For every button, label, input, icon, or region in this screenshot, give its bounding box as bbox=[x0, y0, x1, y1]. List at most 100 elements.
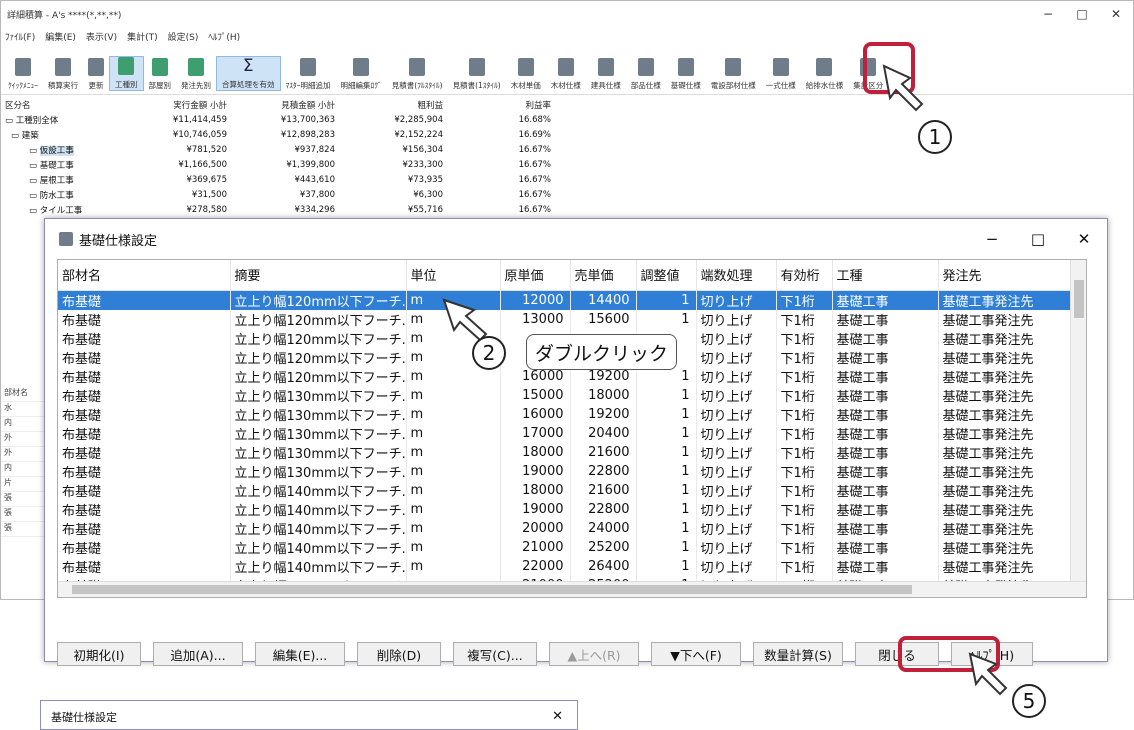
ribbon-button-wood-price[interactable]: 木材単価 bbox=[506, 58, 546, 91]
ribbon-button-wood-spec[interactable]: 木材仕様 bbox=[546, 58, 586, 91]
column-header[interactable]: 部材名 bbox=[58, 260, 231, 291]
table-row[interactable]: 布基礎 立上り幅140mm以下フーチ... m 21000 25200 1 切り上げ 下1桁基… bbox=[58, 537, 1075, 557]
side-list-item[interactable]: 内 bbox=[1, 462, 47, 477]
table-cell: 下1桁 bbox=[776, 309, 833, 329]
menu-edit[interactable]: 編集(E) bbox=[45, 30, 76, 43]
horizontal-scroll-thumb[interactable] bbox=[72, 585, 912, 594]
vertical-scroll-thumb[interactable] bbox=[1074, 280, 1084, 318]
ribbon-button-calc[interactable]: 積算実行 bbox=[43, 58, 83, 91]
column-header[interactable]: 摘要 bbox=[230, 260, 407, 291]
ribbon-button-refresh[interactable]: 更新 bbox=[83, 58, 109, 91]
side-list-header: 部材名 bbox=[1, 387, 47, 402]
maximize-button[interactable]: □ bbox=[1065, 7, 1099, 21]
tree-row[interactable]: ▭ 防水工事 ¥31,500 ¥37,800 ¥6,300 16.67% bbox=[3, 187, 603, 202]
vertical-scrollbar[interactable] bbox=[1070, 260, 1086, 583]
title-bar: 詳細積算 - A's ****(*,**,**) − □ ✕ bbox=[1, 1, 1133, 27]
tree-row[interactable]: ▭ タイル工事 ¥278,580 ¥334,296 ¥55,716 16.67% bbox=[3, 202, 603, 217]
folder-icon: ▭ bbox=[11, 130, 22, 141]
dialog-minimize-button[interactable]: − bbox=[969, 230, 1015, 248]
tree-row-value: ¥937,824 bbox=[294, 144, 335, 155]
table-cell: 下1桁 bbox=[776, 556, 833, 576]
ribbon-button-edit-log[interactable]: 明細編集ﾛｸﾞ bbox=[336, 58, 387, 91]
ribbon-button-menu[interactable]: ｸｲｯｸﾒﾆｭｰ bbox=[3, 58, 43, 91]
column-header[interactable]: 端数処理 bbox=[696, 260, 777, 291]
dialog-close-button[interactable]: ✕ bbox=[1061, 230, 1107, 248]
ribbon-button-lumpsum-spec[interactable]: 一式仕様 bbox=[761, 58, 801, 91]
column-header[interactable]: 発注先 bbox=[938, 260, 1075, 291]
table-cell: m bbox=[406, 461, 501, 481]
edit-button[interactable]: 編集(E)... bbox=[255, 642, 345, 666]
table-row[interactable]: 布基礎 立上り幅120mm以下フーチ... m 12000 14400 1 切り上げ 下1桁基… bbox=[58, 290, 1075, 310]
column-header[interactable]: 単位 bbox=[406, 260, 501, 291]
table-cell: 切り上げ bbox=[696, 366, 777, 386]
menu-total[interactable]: 集計(T) bbox=[127, 30, 158, 43]
ribbon-button-worktype[interactable]: 工種別 bbox=[109, 56, 144, 91]
ribbon-button-fitting-spec[interactable]: 建具仕様 bbox=[586, 58, 626, 91]
column-header[interactable]: 調整値 bbox=[636, 260, 697, 291]
ribbon-button-sigma[interactable]: Σ 合算処理を有効 bbox=[216, 56, 281, 91]
menu-settings[interactable]: 設定(S) bbox=[168, 30, 199, 43]
add-button[interactable]: 追加(A)... bbox=[153, 642, 243, 666]
move-down-button[interactable]: ▼下へ(F) bbox=[651, 642, 741, 666]
side-list-item[interactable]: 張 bbox=[1, 492, 47, 507]
quantity-calc-button[interactable]: 数量計算(S) bbox=[753, 642, 843, 666]
tree-row[interactable]: ▭ 建築 ¥10,746,059 ¥12,898,283 ¥2,152,224 16.6… bbox=[3, 127, 603, 142]
delete-button[interactable]: 削除(D) bbox=[357, 642, 441, 666]
column-header[interactable]: 原単価 bbox=[500, 260, 571, 291]
table-cell: 基礎工事 bbox=[832, 290, 939, 310]
column-header[interactable]: 工種 bbox=[832, 260, 939, 291]
side-list-item[interactable]: 水 bbox=[1, 402, 47, 417]
side-list-item[interactable]: 外 bbox=[1, 432, 47, 447]
ribbon-button-plumbing-spec[interactable]: 給排水仕様 bbox=[801, 58, 849, 91]
add-detail-icon bbox=[300, 58, 316, 76]
minimize-button[interactable]: − bbox=[1031, 7, 1065, 21]
side-list-item[interactable]: 内 bbox=[1, 417, 47, 432]
table-row[interactable]: 布基礎 立上り幅130mm以下フーチ... m 16000 19200 1 切り上げ 下1桁基… bbox=[58, 404, 1075, 424]
table-cell: 立上り幅130mm以下フーチ... bbox=[230, 404, 407, 424]
spec-table-grid[interactable]: 部材名 摘要 単位 原単価 売単価 調整値 端数処理 有効桁 工種 発注先 布基礎 立上り幅120m… bbox=[57, 259, 1087, 598]
ribbon-button-electric-spec[interactable]: 電設部材仕様 bbox=[706, 58, 761, 91]
table-row[interactable]: 布基礎 立上り幅130mm以下フーチ... m 15000 18000 1 切り上げ 下1桁基… bbox=[58, 385, 1075, 405]
tree-row[interactable]: ▭ 屋根工事 ¥369,675 ¥443,610 ¥73,935 16.67% bbox=[3, 172, 603, 187]
table-cell: 基礎工事 bbox=[832, 328, 939, 348]
table-row[interactable]: 布基礎 立上り幅130mm以下フーチ... m 18000 21600 1 切り上げ 下1桁基… bbox=[58, 442, 1075, 462]
dialog-maximize-button[interactable]: □ bbox=[1015, 230, 1061, 248]
horizontal-scrollbar[interactable] bbox=[58, 581, 1086, 597]
table-cell: 基礎工事発注先 bbox=[938, 499, 1075, 519]
table-row[interactable]: 布基礎 立上り幅130mm以下フーチ... m 17000 20400 1 切り上げ 下1桁基… bbox=[58, 423, 1075, 443]
ribbon-button-parts-spec[interactable]: 部品仕様 bbox=[626, 58, 666, 91]
side-list-item[interactable]: 外 bbox=[1, 447, 47, 462]
menu-help[interactable]: ﾍﾙﾌﾟ(H) bbox=[208, 30, 240, 43]
tree-row[interactable]: ▭ 仮設工事 ¥781,520 ¥937,824 ¥156,304 16.67% bbox=[3, 142, 603, 157]
side-list-item[interactable]: 張 bbox=[1, 507, 47, 522]
estimate-one-icon bbox=[468, 58, 485, 76]
menu-view[interactable]: 表示(V) bbox=[86, 30, 117, 43]
ribbon-button-estimate-one[interactable]: 見積書(1ｽﾀｲﾙ) bbox=[448, 58, 506, 91]
column-header[interactable]: 売単価 bbox=[570, 260, 637, 291]
table-cell: m bbox=[406, 385, 501, 405]
ribbon-button-estimate-full[interactable]: 見積書(ﾌﾙｽﾀｲﾙ) bbox=[387, 58, 448, 91]
ribbon-button-foundation-spec[interactable]: 基礎仕様 bbox=[666, 58, 706, 91]
table-row[interactable]: 布基礎 立上り幅140mm以下フーチ... m 22000 26400 1 切り上げ 下1桁基… bbox=[58, 556, 1075, 576]
tree-row[interactable]: ▭ 工種別全体 ¥11,414,459 ¥13,700,363 ¥2,285,904 1… bbox=[3, 112, 603, 127]
move-up-button[interactable]: ▲上へ(R) bbox=[549, 642, 639, 666]
table-row[interactable]: 布基礎 立上り幅130mm以下フーチ... m 19000 22800 1 切り上げ 下1桁基… bbox=[58, 461, 1075, 481]
ribbon-button-room[interactable]: 部屋別 bbox=[144, 58, 177, 91]
table-row[interactable]: 布基礎 立上り幅140mm以下フーチ... m 18000 21600 1 切り上げ 下1桁基… bbox=[58, 480, 1075, 500]
reset-button[interactable]: 初期化(I) bbox=[57, 642, 141, 666]
column-header[interactable]: 有効桁 bbox=[776, 260, 833, 291]
side-list-item[interactable]: 片 bbox=[1, 477, 47, 492]
table-row[interactable]: 布基礎 立上り幅140mm以下フーチ... m 19000 22800 1 切り上げ 下1桁基… bbox=[58, 499, 1075, 519]
close-window-button[interactable]: ✕ bbox=[1099, 7, 1133, 21]
table-row[interactable]: 布基礎 立上り幅120mm以下フーチ... m 13000 15600 1 切り上げ 下1桁基… bbox=[58, 309, 1075, 329]
table-row[interactable]: 布基礎 立上り幅140mm以下フーチ... m 20000 24000 1 切り上げ 下1桁基… bbox=[58, 518, 1075, 538]
table-cell: 下1桁 bbox=[776, 499, 833, 519]
copy-button[interactable]: 複写(C)... bbox=[453, 642, 537, 666]
menu-file[interactable]: ﾌｧｲﾙ(F) bbox=[5, 30, 35, 43]
foundation-spec-dialog: 基礎仕様設定 − □ ✕ 部材名 摘要 単位 原単価 売単価 調整値 端数処理 有効桁 工種 発注… bbox=[44, 218, 1108, 666]
ribbon-button-vendor[interactable]: 発注先別 bbox=[176, 58, 216, 91]
ribbon-button-add-detail[interactable]: ﾏｽﾀｰ明細追加 bbox=[281, 58, 336, 91]
tree-row[interactable]: ▭ 基礎工事 ¥1,166,500 ¥1,399,800 ¥233,300 16.67% bbox=[3, 157, 603, 172]
lower-dialog-close-icon[interactable]: ✕ bbox=[552, 709, 563, 724]
side-list-item[interactable]: 張 bbox=[1, 522, 47, 537]
